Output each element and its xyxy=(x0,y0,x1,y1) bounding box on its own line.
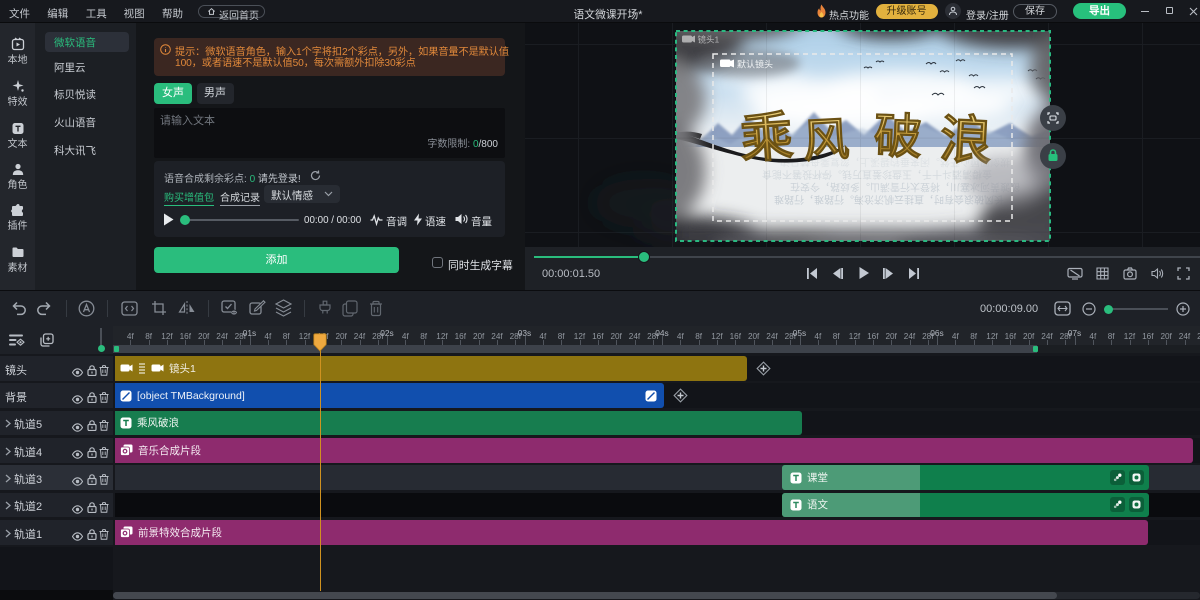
svg-text:默认镜头: 默认镜头 xyxy=(737,59,773,70)
svg-text:破: 破 xyxy=(873,110,923,165)
svg-text:镜头1: 镜头1 xyxy=(698,35,720,45)
svg-text:风: 风 xyxy=(802,114,851,167)
svg-text:长风破浪会有时，直挂云帆济沧海。行路难，行路难: 长风破浪会有时，直挂云帆济沧海。行路难，行路难 xyxy=(774,193,1004,206)
svg-text:金樽清酒斗十千，玉盘珍羞直万钱。停杯投箸不能食: 金樽清酒斗十千，玉盘珍羞直万钱。停杯投箸不能食 xyxy=(762,168,992,181)
